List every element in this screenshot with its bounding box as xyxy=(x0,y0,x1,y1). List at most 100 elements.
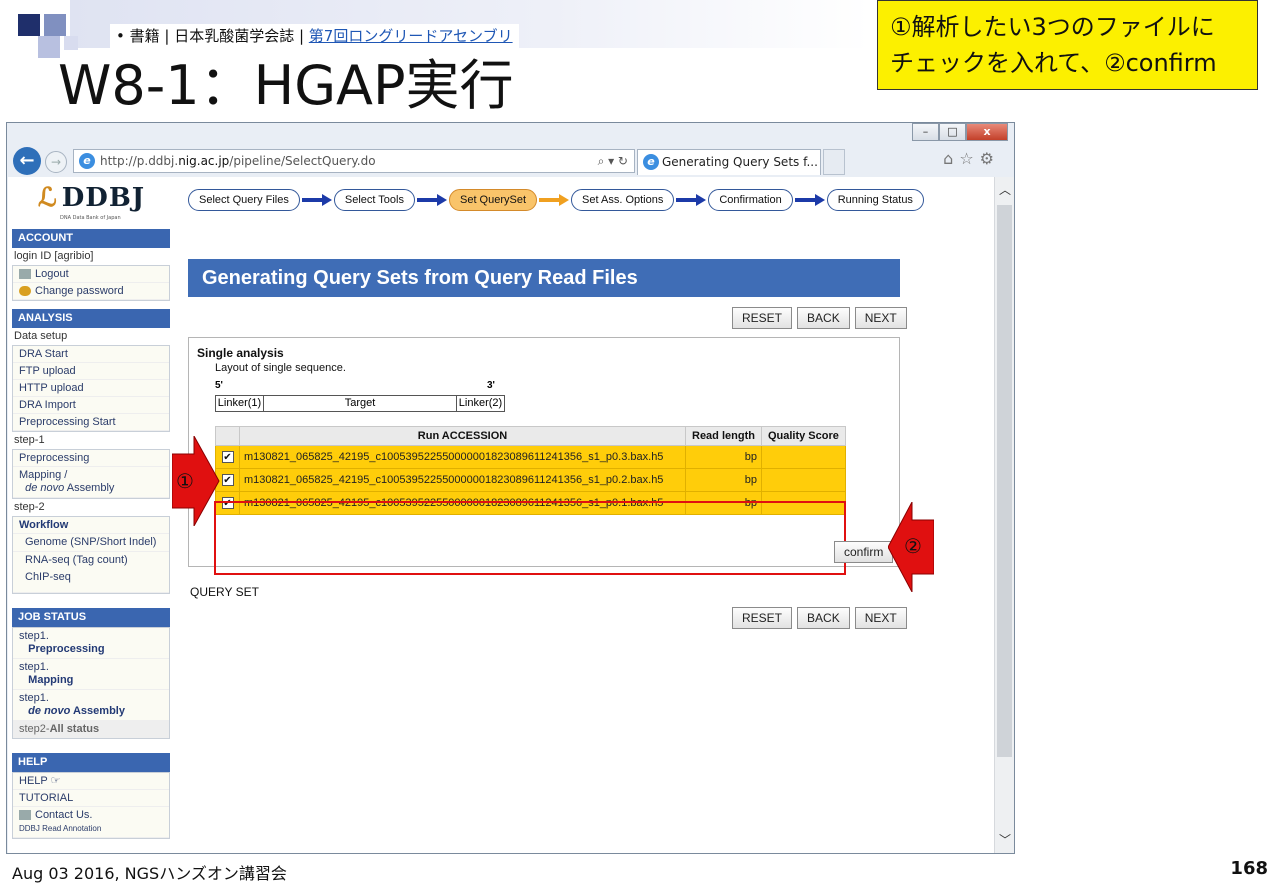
back-arrow-icon[interactable]: ← xyxy=(13,147,41,175)
sidebar-item-http-upload[interactable]: HTTP upload xyxy=(13,380,169,397)
table-row: ✔ m130821_065825_42195_c1005395225500000… xyxy=(215,491,846,515)
quality-score-cell xyxy=(760,468,846,492)
slide-decoration xyxy=(18,14,40,36)
home-icon[interactable]: ⌂ xyxy=(943,149,959,168)
step-select-tools[interactable]: Select Tools xyxy=(333,189,415,211)
slide-subtitle: • 書籍 | 日本乳酸菌学会誌 | 第7回ロングリードアセンブリ xyxy=(110,24,519,48)
sidebar-item-rnaseq[interactable]: RNA-seq (Tag count) xyxy=(13,552,169,569)
sidebar-item-preprocessing[interactable]: Preprocessing xyxy=(13,450,169,467)
account-header: ACCOUNT xyxy=(12,229,170,248)
browser-tab[interactable]: e Generating Query Sets f... × xyxy=(637,149,836,175)
sidebar-item-preprocessing-start[interactable]: Preprocessing Start xyxy=(13,414,169,431)
step-arrow-icon xyxy=(794,194,825,206)
change-password-link[interactable]: Change password xyxy=(13,283,169,300)
maximize-button[interactable]: □ xyxy=(939,123,966,141)
step2-label: step-2 xyxy=(14,501,45,513)
scroll-thumb[interactable] xyxy=(997,205,1012,757)
data-setup-menu: DRA Start FTP upload HTTP upload DRA Imp… xyxy=(12,345,170,432)
step-set-queryset[interactable]: Set QuerySet xyxy=(448,189,538,211)
ddbj-logo[interactable]: ℒ DDBJ xyxy=(38,183,145,213)
step-arrow-icon xyxy=(301,194,332,206)
step-select-query-files[interactable]: Select Query Files xyxy=(188,189,300,211)
star-icon[interactable]: ☆ xyxy=(959,149,979,168)
sidebar-item-ftp-upload[interactable]: FTP upload xyxy=(13,363,169,380)
scroll-up-icon[interactable]: ︿ xyxy=(995,181,1014,199)
table-header-row: Run ACCESSION Read length Quality Score xyxy=(215,426,846,446)
job-denovo-italic: de novo xyxy=(28,705,71,717)
logout-link[interactable]: Logout xyxy=(13,266,169,283)
new-tab-button[interactable] xyxy=(823,149,845,175)
step1-label: step-1 xyxy=(14,434,45,446)
sidebar-item-dra-import[interactable]: DRA Import xyxy=(13,397,169,414)
logout-icon xyxy=(19,269,31,280)
mail-icon xyxy=(19,810,31,821)
row-checkbox[interactable]: ✔ xyxy=(221,474,234,486)
workflow-menu: Workflow Genome (SNP/Short Indel) RNA-se… xyxy=(12,516,170,594)
read-length-cell: bp xyxy=(685,491,762,515)
address-bar[interactable]: e http://p.ddbj.nig.ac.jp/pipeline/Selec… xyxy=(73,149,635,173)
sidebar-item-mapping[interactable]: Mapping / de novo Assembly xyxy=(13,467,169,498)
back-button[interactable]: BACK xyxy=(797,607,850,629)
workflow-steps: Select Query Files Select Tools Set Quer… xyxy=(188,189,924,211)
subtitle-link[interactable]: 第7回ロングリードアセンブリ xyxy=(309,27,513,45)
change-password-label: Change password xyxy=(35,285,124,297)
step-arrow-icon xyxy=(416,194,447,206)
step-running-status[interactable]: Running Status xyxy=(826,189,924,211)
sidebar-item-dra-start[interactable]: DRA Start xyxy=(13,346,169,363)
step-confirmation[interactable]: Confirmation xyxy=(708,189,793,211)
help-menu: HELP ☞ TUTORIAL Contact Us. DDBJ Read Ann… xyxy=(12,772,170,839)
sidebar-item-contact[interactable]: Contact Us. DDBJ Read Annotation xyxy=(13,807,169,838)
browser-toolbar: ← → e http://p.ddbj.nig.ac.jp/pipeline/S… xyxy=(7,145,1014,175)
step1-menu: Preprocessing Mapping / de novo Assembly xyxy=(12,449,170,499)
contact-sub: DDBJ Read Annotation xyxy=(19,824,102,833)
slide-title: W8-1：HGAP実行 xyxy=(58,54,514,117)
url-domain: nig.ac.jp xyxy=(178,154,230,168)
job-denovo[interactable]: step1. de novo Assembly xyxy=(13,690,169,721)
reset-button[interactable]: RESET xyxy=(732,607,793,629)
gear-icon[interactable]: ⚙ xyxy=(980,149,1000,168)
forward-arrow-icon[interactable]: → xyxy=(45,151,67,173)
close-button[interactable]: x xyxy=(966,123,1008,141)
table-row: ✔ m130821_065825_42195_c1005395225500000… xyxy=(215,445,846,469)
row-checkbox[interactable]: ✔ xyxy=(221,497,234,509)
instruction-note: ①解析したい3つのファイルに チェックを入れて、②confirm xyxy=(877,0,1258,90)
slide-decoration xyxy=(64,36,78,50)
job-preprocessing-label: Preprocessing xyxy=(28,643,105,655)
vertical-scrollbar[interactable]: ︿ ﹀ xyxy=(994,177,1014,853)
window-controls: – □ x xyxy=(912,123,1008,141)
search-refresh-icon[interactable]: ⌕ ▾ ↻ xyxy=(598,150,628,172)
job-preprocessing[interactable]: step1. Preprocessing xyxy=(13,628,169,659)
ie-icon: e xyxy=(79,153,95,169)
slide-decoration xyxy=(38,36,60,58)
minimize-button[interactable]: – xyxy=(912,123,939,141)
url-prefix: http://p.ddbj. xyxy=(100,154,179,168)
step-set-ass-options[interactable]: Set Ass. Options xyxy=(571,189,675,211)
sidebar: ACCOUNT login ID [agribio] Logout Change… xyxy=(12,229,170,839)
sidebar-item-chipseq[interactable]: ChIP-seq xyxy=(13,569,169,593)
single-analysis-panel: Single analysis Layout of single sequenc… xyxy=(188,337,900,567)
quality-score-cell xyxy=(760,491,846,515)
back-button[interactable]: BACK xyxy=(797,307,850,329)
assembly-label: Assembly xyxy=(64,482,115,494)
subtitle-prefix: • 書籍 | 日本乳酸菌学会誌 | xyxy=(116,27,309,45)
three-prime-label: 3' xyxy=(487,380,495,391)
analysis-header: ANALYSIS xyxy=(12,309,170,328)
next-button[interactable]: NEXT xyxy=(854,307,907,329)
sidebar-item-genome[interactable]: Genome (SNP/Short Indel) xyxy=(13,534,169,552)
help-header: HELP xyxy=(12,753,170,772)
scroll-down-icon[interactable]: ﹀ xyxy=(995,831,1014,849)
reset-button[interactable]: RESET xyxy=(732,307,793,329)
job-all-status[interactable]: step2-All status xyxy=(13,721,169,738)
confirm-button[interactable]: confirm xyxy=(834,541,894,563)
toolbar-icons: ⌂☆⚙ xyxy=(943,149,1000,168)
workflow-title: Workflow xyxy=(19,519,69,531)
next-button[interactable]: NEXT xyxy=(854,607,907,629)
run-accession-cell: m130821_065825_42195_c100539522550000001… xyxy=(239,445,686,469)
layout-text: Layout of single sequence. xyxy=(215,362,346,374)
sidebar-item-tutorial[interactable]: TUTORIAL xyxy=(13,790,169,807)
sidebar-item-help[interactable]: HELP ☞ xyxy=(13,773,169,790)
row-checkbox[interactable]: ✔ xyxy=(221,451,234,463)
job-mapping[interactable]: step1. Mapping xyxy=(13,659,169,690)
read-length-cell: bp xyxy=(685,445,762,469)
five-prime-label: 5' xyxy=(215,380,223,391)
